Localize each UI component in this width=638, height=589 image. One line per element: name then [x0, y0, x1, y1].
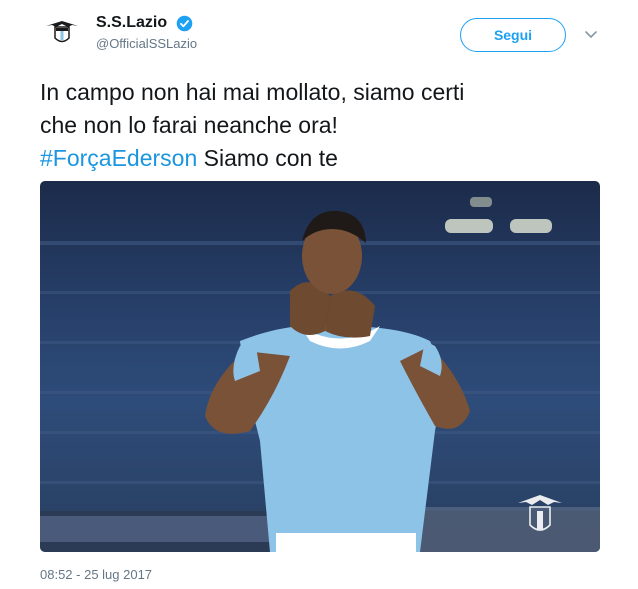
- verified-badge-icon: [176, 15, 192, 31]
- hashtag-link[interactable]: #ForçaEderson: [40, 145, 197, 171]
- follow-button[interactable]: Segui: [460, 18, 566, 52]
- account-handle[interactable]: @OfficialSSLazio: [96, 36, 197, 51]
- chevron-down-icon[interactable]: [583, 26, 599, 42]
- tweet-text: In campo non hai mai mollato, siamo cert…: [40, 76, 600, 175]
- tweet-header: S.S.Lazio @OfficialSSLazio Segui: [40, 10, 600, 60]
- display-name[interactable]: S.S.Lazio: [96, 14, 167, 32]
- account-names: S.S.Lazio @OfficialSSLazio: [96, 14, 197, 51]
- player-photo-illustration: [40, 197, 600, 552]
- tweet-text-line-3: #ForçaEderson Siamo con te: [40, 142, 600, 175]
- tweet-timestamp[interactable]: 08:52 - 25 lug 2017: [40, 567, 152, 582]
- tweet-text-tail: Siamo con te: [197, 145, 338, 171]
- lazio-eagle-logo-icon: [46, 21, 78, 43]
- tweet-photo[interactable]: [40, 181, 600, 552]
- tweet-text-line-2: che non lo farai neanche ora!: [40, 112, 338, 138]
- tweet-text-line-1: In campo non hai mai mollato, siamo cert…: [40, 79, 465, 105]
- avatar[interactable]: [40, 10, 84, 54]
